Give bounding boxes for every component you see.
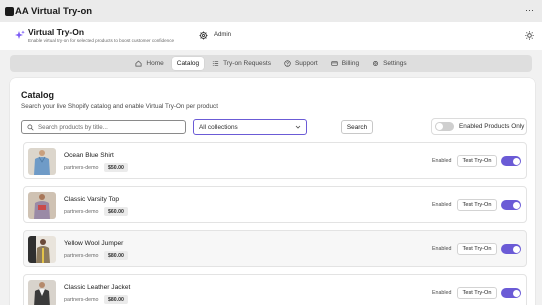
app-logo-icon [5, 6, 14, 16]
brand-tagline: Enable virtual try-on for selected produ… [28, 38, 175, 43]
brand-name: Virtual Try-On [28, 27, 85, 37]
enable-toggle[interactable] [501, 156, 521, 166]
collections-value: All collections [199, 123, 238, 131]
tab-home[interactable]: Home [130, 57, 168, 70]
card-icon [331, 61, 338, 66]
search-button[interactable]: Search [341, 120, 373, 134]
home-icon [135, 60, 142, 67]
product-row: Yellow Wool Jumper partners-demo $80.00 … [23, 230, 527, 267]
sparkle-icon [15, 30, 25, 39]
enabled-only-filter[interactable]: Enabled Products Only [431, 118, 527, 135]
main-nav: Home Catalog Try-on Requests Support Bil… [10, 55, 532, 72]
product-name: Ocean Blue Shirt [64, 152, 114, 159]
product-name: Classic Varsity Top [64, 196, 120, 203]
product-row: Classic Leather Jacket partners-demo $80… [23, 274, 527, 305]
product-status: Enabled [432, 290, 452, 296]
product-row: Classic Varsity Top partners-demo $60.00… [23, 186, 527, 223]
list-icon [213, 60, 219, 67]
gear-icon [373, 61, 379, 66]
sun-icon[interactable] [525, 31, 534, 40]
test-try-on-button[interactable]: Test Try-On [457, 287, 497, 299]
window-title: AA Virtual Try-on [15, 5, 93, 17]
page-title: Catalog [21, 90, 55, 100]
tab-billing[interactable]: Billing [326, 57, 364, 70]
product-status: Enabled [432, 158, 452, 164]
help-icon [284, 60, 291, 67]
product-row: Ocean Blue Shirt partners-demo $50.00 En… [23, 142, 527, 179]
product-vendor: partners-demo [64, 253, 99, 259]
tab-label: Catalog [176, 60, 200, 67]
product-vendor: partners-demo [64, 165, 99, 171]
product-price: $60.00 [104, 207, 128, 216]
product-thumbnail [28, 192, 56, 219]
enable-toggle[interactable] [501, 244, 521, 254]
test-try-on-button[interactable]: Test Try-On [457, 155, 497, 167]
app-header: Virtual Try-On Enable virtual try-on for… [0, 22, 542, 50]
catalog-panel: Catalog Search your live Shopify catalog… [10, 78, 535, 305]
search-icon [27, 124, 34, 131]
admin-link[interactable]: Admin [214, 32, 231, 38]
product-price: $50.00 [104, 163, 128, 172]
tab-label: Try-on Requests [223, 60, 271, 67]
gear-icon[interactable] [199, 31, 208, 40]
product-vendor: partners-demo [64, 297, 99, 303]
enable-toggle[interactable] [501, 200, 521, 210]
product-thumbnail [28, 148, 56, 175]
search-input[interactable] [38, 123, 178, 131]
tab-support[interactable]: Support [279, 57, 323, 70]
chevron-down-icon [295, 125, 301, 129]
product-price: $80.00 [104, 295, 128, 304]
product-vendor: partners-demo [64, 209, 99, 215]
test-try-on-button[interactable]: Test Try-On [457, 199, 497, 211]
tab-label: Settings [383, 60, 407, 67]
tab-catalog[interactable]: Catalog [171, 57, 205, 70]
product-status: Enabled [432, 202, 452, 208]
test-try-on-button[interactable]: Test Try-On [457, 243, 497, 255]
page-subtitle: Search your live Shopify catalog and ena… [21, 103, 218, 110]
product-thumbnail [28, 280, 56, 305]
tab-try-on-requests[interactable]: Try-on Requests [207, 57, 276, 70]
product-name: Classic Leather Jacket [64, 284, 131, 291]
enable-toggle[interactable] [501, 288, 521, 298]
enabled-only-toggle[interactable] [435, 122, 454, 131]
product-status: Enabled [432, 246, 452, 252]
search-field[interactable] [21, 120, 186, 134]
tab-label: Home [146, 60, 164, 67]
more-dots-icon[interactable]: ··· [525, 6, 534, 15]
product-thumbnail [28, 236, 56, 263]
tab-settings[interactable]: Settings [367, 57, 412, 70]
tab-label: Support [294, 60, 318, 67]
product-name: Yellow Wool Jumper [64, 240, 124, 247]
product-price: $80.00 [104, 251, 128, 260]
filter-label: Enabled Products Only [459, 123, 525, 130]
tab-label: Billing [341, 60, 360, 67]
window-title-bar: AA Virtual Try-on ··· [0, 0, 542, 22]
collections-select[interactable]: All collections [193, 119, 307, 135]
